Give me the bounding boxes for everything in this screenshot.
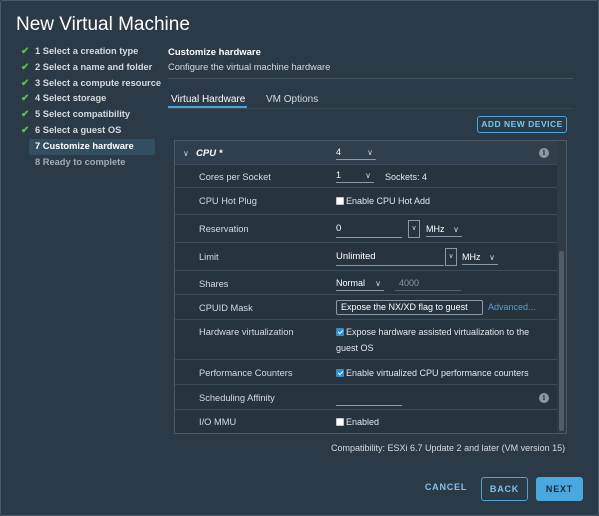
cpu-hot-plug-label: CPU Hot Plug (199, 196, 257, 206)
step-2[interactable]: ✔ 2 Select a name and folder (17, 60, 157, 76)
compatibility-text: Compatibility: ESXi 6.7 Update 2 and lat… (331, 443, 566, 453)
cpuid-mask-value: Expose the NX/XD flag to guest (341, 302, 468, 312)
tab-virtual-hardware[interactable]: Virtual Hardware (171, 94, 245, 105)
chevron-down-icon: ∨ (375, 279, 381, 288)
step-label: 8 Ready to complete (35, 156, 126, 167)
cores-value: 1 (336, 170, 342, 180)
step-1[interactable]: ✔ 1 Select a creation type (17, 44, 157, 60)
sched-affinity-row: Scheduling Affinity i (175, 385, 557, 410)
step-6[interactable]: ✔ 6 Select a guest OS (17, 123, 157, 139)
shares-level: Normal (336, 278, 366, 288)
cpu-count-select[interactable]: 4 ∨ (336, 146, 376, 160)
iommu-label: I/O MMU (199, 417, 237, 427)
tabs-divider (168, 108, 573, 109)
cpu-count-value: 4 (336, 147, 342, 157)
reservation-input[interactable]: 0 (336, 220, 402, 238)
reservation-label: Reservation (199, 224, 249, 234)
checkmark-icon: ✔ (21, 124, 30, 136)
cores-per-socket-select[interactable]: 1 ∨ (336, 169, 374, 183)
unit-value: MHz (426, 224, 445, 234)
hw-virtualization-row: Hardware virtualization Expose hardware … (175, 320, 557, 360)
unit-value: MHz (462, 252, 481, 262)
divider (168, 78, 573, 79)
cpuid-mask-label: CPUID Mask (199, 303, 253, 313)
cores-per-socket-label: Cores per Socket (199, 172, 271, 182)
hw-virtualization-checkbox[interactable] (336, 328, 344, 336)
section-title: Customize hardware (168, 47, 261, 58)
step-7[interactable]: 7 Customize hardware (29, 138, 155, 155)
tab-vm-options[interactable]: VM Options (266, 94, 318, 105)
limit-row: Limit Unlimited ∨ MHz ∨ (175, 243, 557, 271)
checkmark-icon: ✔ (21, 109, 30, 121)
step-8: 8 Ready to complete (17, 155, 157, 171)
shares-label: Shares (199, 279, 229, 289)
step-4[interactable]: ✔ 4 Select storage (17, 91, 157, 107)
limit-dropdown-button[interactable]: ∨ (445, 248, 457, 266)
cpuid-mask-select[interactable]: Expose the NX/XD flag to guest (336, 300, 483, 315)
shares-row: Shares Normal ∨ 4000 (175, 271, 557, 295)
sched-affinity-label: Scheduling Affinity (199, 393, 275, 403)
perf-counters-text: Enable virtualized CPU performance count… (346, 368, 529, 378)
hot-add-checkbox[interactable] (336, 197, 344, 205)
step-label: 5 Select compatibility (35, 109, 131, 120)
step-label: 1 Select a creation type (35, 46, 139, 56)
checkmark-icon: ✔ (21, 77, 30, 89)
iommu-text: Enabled (346, 417, 380, 427)
new-vm-dialog: New Virtual Machine ✔ 1 Select a creation… (0, 0, 599, 516)
next-button[interactable]: NEXT (536, 477, 583, 501)
wizard-steps: ✔ 1 Select a creation type ✔ 2 Select a na… (17, 44, 161, 171)
step-label: 3 Select a compute resource (35, 77, 162, 88)
info-icon[interactable]: i (539, 393, 549, 403)
cpuid-mask-row: CPUID Mask Expose the NX/XD flag to gues… (175, 295, 557, 320)
back-button[interactable]: BACK (481, 477, 528, 501)
checkmark-icon: ✔ (21, 93, 30, 105)
reservation-unit-select[interactable]: MHz ∨ (426, 223, 462, 237)
advanced-link[interactable]: Advanced... (488, 302, 536, 312)
step-label: 7 Customize hardware (35, 140, 134, 151)
reservation-dropdown-button[interactable]: ∨ (408, 220, 420, 238)
perf-counters-label: Performance Counters (199, 368, 293, 378)
sched-affinity-input[interactable] (336, 388, 402, 406)
step-label: 2 Select a name and folder (35, 61, 153, 72)
hw-virtualization-label: Hardware virtualization (199, 327, 294, 337)
chevron-down-icon[interactable]: ∨ (183, 149, 189, 158)
dialog-title: New Virtual Machine (16, 14, 190, 35)
step-label: 6 Select a guest OS (35, 124, 122, 135)
step-3[interactable]: ✔ 3 Select a compute resource (17, 76, 161, 92)
cpu-hot-plug-row: CPU Hot Plug Enable CPU Hot Add (175, 188, 557, 215)
cpu-row: ∨ CPU * 4 ∨ i (175, 141, 557, 165)
iommu-row: I/O MMU Enabled (175, 410, 557, 433)
info-icon[interactable]: i (539, 148, 549, 158)
perf-counters-row: Performance Counters Enable virtualized … (175, 360, 557, 385)
shares-value-input: 4000 (395, 277, 461, 291)
chevron-down-icon: ∨ (453, 225, 459, 234)
chevron-down-icon: ∨ (365, 171, 371, 180)
reservation-row: Reservation 0 ∨ MHz ∨ (175, 215, 557, 243)
perf-counters-checkbox[interactable] (336, 369, 344, 377)
add-new-device-button[interactable]: ADD NEW DEVICE (477, 116, 567, 133)
cpu-label: CPU * (196, 148, 223, 159)
cores-per-socket-row: Cores per Socket 1 ∨ Sockets: 4 (175, 165, 557, 188)
limit-input[interactable]: Unlimited (336, 248, 444, 266)
step-5[interactable]: ✔ 5 Select compatibility (17, 107, 157, 123)
checkmark-icon: ✔ (21, 61, 30, 73)
checkmark-icon: ✔ (21, 46, 30, 57)
chevron-down-icon: ∨ (489, 253, 495, 262)
hw-virtualization-text: Expose hardware assisted virtualization … (346, 327, 530, 337)
step-label: 4 Select storage (35, 93, 107, 104)
hot-add-text: Enable CPU Hot Add (346, 196, 431, 206)
scrollbar[interactable] (557, 141, 566, 433)
scrollbar-thumb[interactable] (559, 251, 564, 431)
shares-level-select[interactable]: Normal ∨ (336, 277, 384, 291)
hardware-grid: ∨ CPU * 4 ∨ i Cores per Socket 1 ∨ Sockets… (174, 140, 567, 434)
section-subtitle: Configure the virtual machine hardware (168, 62, 331, 72)
hw-virtualization-text-2: guest OS (336, 343, 374, 353)
limit-label: Limit (199, 252, 219, 262)
chevron-down-icon: ∨ (367, 148, 373, 157)
iommu-checkbox[interactable] (336, 418, 344, 426)
limit-unit-select[interactable]: MHz ∨ (462, 251, 498, 265)
cancel-button[interactable]: CANCEL (421, 482, 471, 496)
sockets-text: Sockets: 4 (385, 172, 428, 182)
